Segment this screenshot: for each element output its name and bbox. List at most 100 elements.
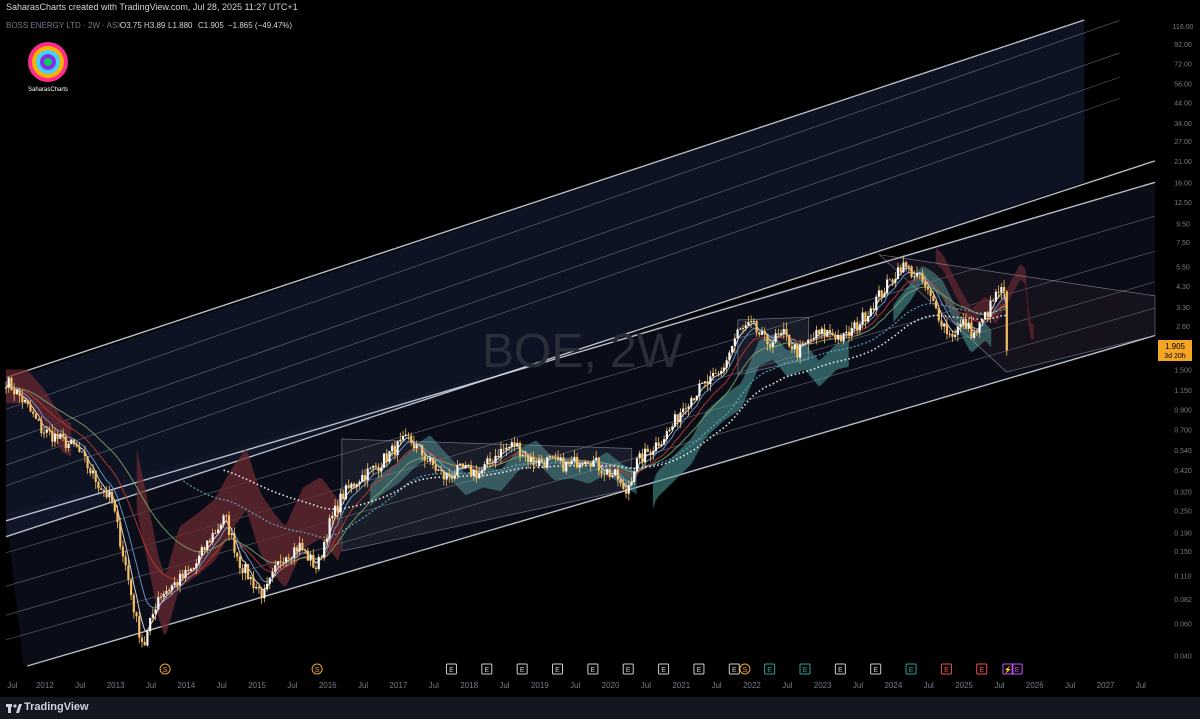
candle-body [554,455,557,457]
candle-body [13,389,16,395]
candle-body [774,333,777,343]
ohlc-open: O3.75 [120,21,142,30]
candle-body [578,464,581,468]
candle-body [896,267,900,280]
event-marker-label: E [944,667,949,674]
candle-body [524,454,527,456]
event-marker-label: ⚡ [1004,665,1013,674]
candle-body [899,267,902,273]
candle-body [219,524,222,530]
candle-body [116,511,119,523]
candle-body [342,493,345,500]
candle-body [663,439,666,445]
candle-body [584,461,587,464]
candle-body [15,390,18,395]
time-axis-label: 2025 [955,681,973,690]
candle [119,517,122,551]
candle-body [48,429,51,432]
candle-body [298,542,301,552]
candle-body [184,569,187,578]
candle-body [227,515,231,535]
time-axis-label: Jul [75,681,85,690]
candle-body [255,586,258,589]
candle-body [157,597,160,610]
candle-body [23,399,27,403]
candle-body [766,334,769,345]
candle-body [711,372,715,377]
candle-body [992,300,995,302]
candle-body [630,482,633,486]
candle-body [434,464,437,471]
candle-body [461,463,464,469]
event-marker-label: E [979,667,984,674]
candle-body [203,547,206,550]
candle-body [358,481,361,485]
candle-body [981,319,984,323]
candle-body [217,529,220,533]
candle-body [744,325,747,328]
candle-body [200,547,203,556]
candle-body [842,333,845,342]
event-marker-label: E [838,667,843,674]
event-marker-label: E [591,667,596,674]
candle-body [915,273,919,277]
candle-body [497,455,500,458]
event-marker-label: S [163,667,168,674]
candle-body [208,540,212,543]
candle-body [945,323,949,334]
time-axis-label: 2015 [248,681,266,690]
candle-body [831,333,834,336]
event-marker-label: E [484,667,489,674]
candle-body [731,345,734,353]
candle-body [1005,291,1008,351]
candle-body [70,439,73,444]
candle-body [978,322,981,333]
candle-body [815,330,818,339]
candle-body [581,463,584,465]
candle-body [347,485,350,489]
candle-body [886,279,889,294]
candle-body [238,556,241,569]
candle-body [233,533,236,553]
event-marker-label: E [449,667,454,674]
candle-body [42,432,46,434]
candle-body [440,469,443,471]
price-axis-label: 27.00 [1174,139,1192,146]
event-marker-label: E [520,667,525,674]
candle-body [801,343,804,345]
candle-body [249,577,252,580]
time-axis-label: 2027 [1097,681,1115,690]
candle-body [975,332,978,333]
price-chart[interactable]: BOE, 2W 116.00 92.00 72.00 56.00 44.00 34.00 2… [0,16,1200,697]
candle-body [361,474,364,482]
candle-body [521,455,524,457]
candle-body [110,491,114,501]
candle-body [763,331,766,335]
candle-body [236,552,239,557]
candle-body [317,556,320,570]
candle-body [954,334,957,337]
candle-body [589,463,592,467]
symbol-info[interactable]: BOSS ENERGY LTD · 2W · ASX O3.75 H3.89 L… [6,21,292,30]
candle-body [907,266,910,268]
candle-body [516,442,519,447]
candle-body [641,453,644,463]
candle-body [565,461,568,472]
candle-body [692,398,696,401]
candle-body [499,448,503,458]
candle-body [18,390,21,397]
candle-body [314,567,318,570]
symbol-watermark: BOE, 2W [482,325,683,378]
price-axis-label: 0.060 [1174,621,1192,628]
candle-body [847,331,851,336]
candle-body [646,448,649,452]
candle-body [246,564,250,580]
candle [328,514,331,542]
candle-body [132,595,135,613]
symbol-name: BOSS ENERGY LTD · 2W · ASX [6,21,123,30]
candle-body [769,344,772,348]
candle-body [567,461,571,465]
candle-body [64,436,67,449]
candle-body [905,262,908,268]
candle-body [385,453,388,462]
